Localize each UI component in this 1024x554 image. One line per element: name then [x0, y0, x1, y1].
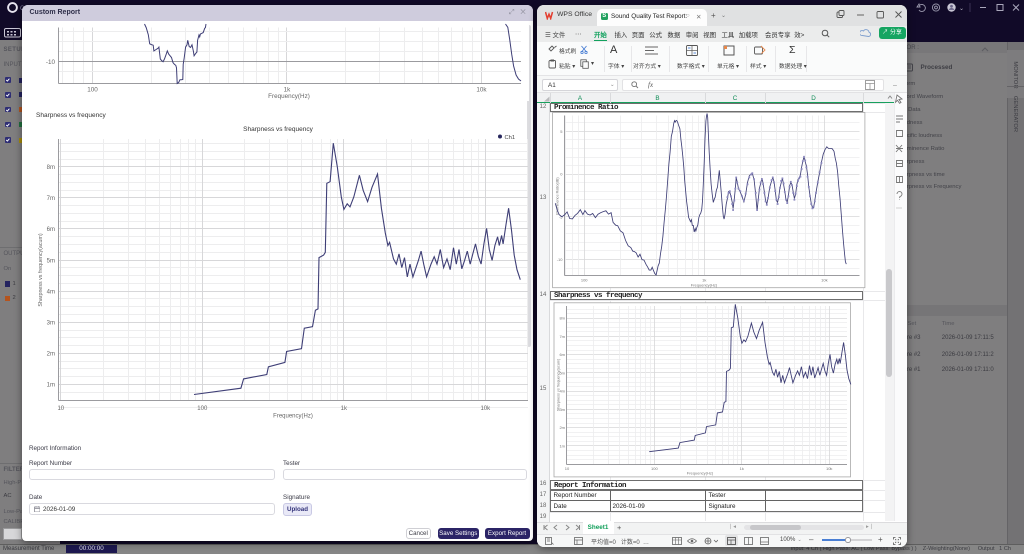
svg-text:10k: 10k — [480, 406, 491, 412]
svg-text:2m: 2m — [47, 352, 55, 358]
svg-text:3m: 3m — [47, 321, 55, 327]
svg-text:100: 100 — [87, 87, 98, 94]
svg-text:Sharpness vs frequency(acum): Sharpness vs frequency(acum) — [557, 358, 561, 411]
svg-text:Ch1: Ch1 — [505, 135, 516, 141]
svg-text:Frequency(Hz): Frequency(Hz) — [273, 414, 313, 420]
svg-text:1m: 1m — [559, 443, 565, 448]
svg-text:1m: 1m — [47, 383, 55, 389]
svg-text:8m: 8m — [559, 316, 565, 321]
svg-text:5m: 5m — [47, 258, 55, 264]
svg-text:Frequency(Hz): Frequency(Hz) — [687, 471, 714, 476]
svg-text:1k: 1k — [740, 466, 744, 471]
svg-text:10k: 10k — [821, 278, 827, 283]
svg-text:7m: 7m — [559, 334, 565, 339]
svg-text:2m: 2m — [559, 425, 565, 430]
svg-text:Frequency(Hz): Frequency(Hz) — [268, 93, 310, 100]
svg-text:Sharpness vs frequency: Sharpness vs frequency — [243, 126, 313, 133]
svg-text:1k: 1k — [341, 406, 348, 412]
svg-text:10k: 10k — [826, 466, 832, 471]
svg-text:-10: -10 — [557, 257, 564, 262]
svg-text:100: 100 — [197, 406, 208, 412]
svg-text:100: 100 — [581, 278, 588, 283]
svg-text:4m: 4m — [47, 289, 55, 295]
svg-text:6m: 6m — [559, 352, 565, 357]
svg-text:8m: 8m — [47, 165, 55, 171]
svg-text:⌄: ⌄ — [959, 6, 964, 12]
svg-text:10: 10 — [565, 466, 570, 471]
svg-text:-10: -10 — [46, 59, 56, 66]
svg-text:Prominence Ratio(dB): Prominence Ratio(dB) — [556, 177, 560, 215]
svg-text:7m: 7m — [47, 196, 55, 202]
svg-text:Sharpness vs frequency(acum): Sharpness vs frequency(acum) — [38, 233, 44, 307]
svg-text:6m: 6m — [47, 227, 55, 233]
svg-text:10: 10 — [57, 406, 64, 412]
svg-text:10k: 10k — [476, 87, 487, 94]
svg-text:100: 100 — [651, 466, 658, 471]
svg-text:Frequency(Hz): Frequency(Hz) — [691, 283, 718, 288]
